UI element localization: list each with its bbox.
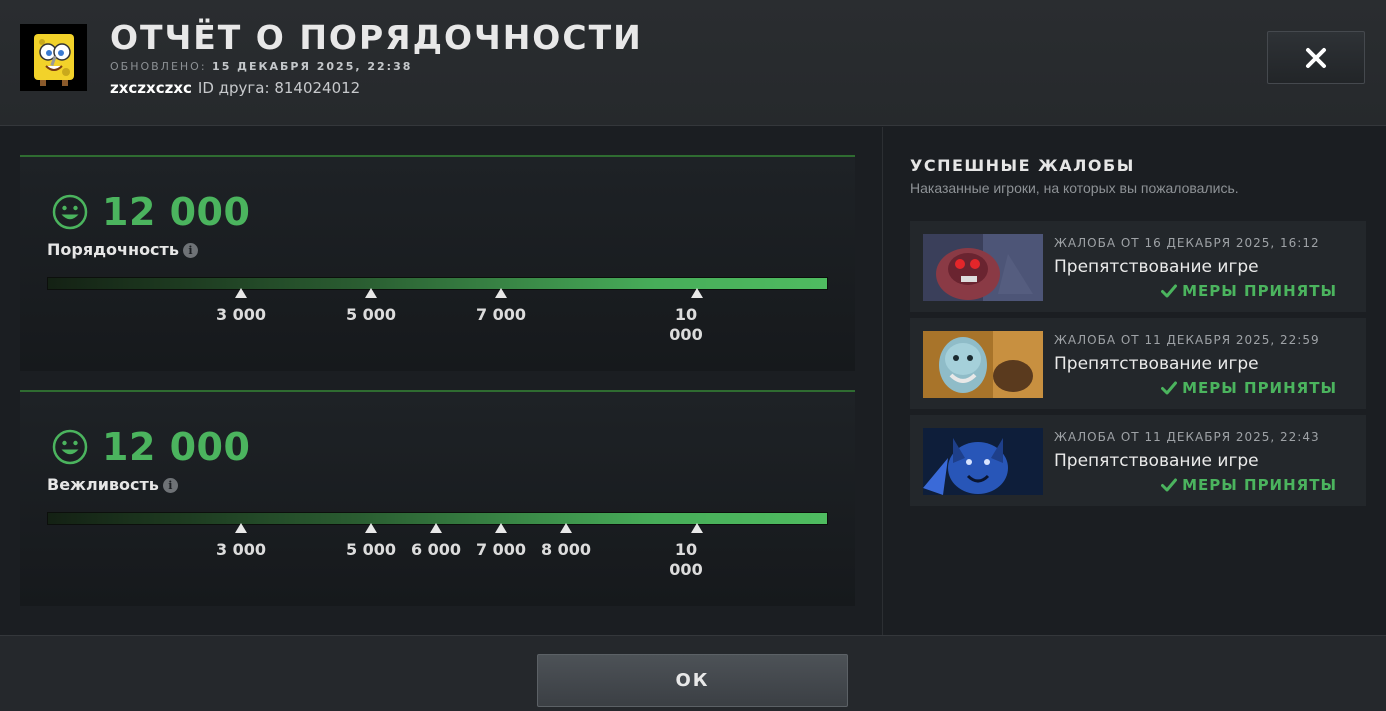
report-status: МЕРЫ ПРИНЯТЫ	[1161, 476, 1337, 494]
reports-subtitle: Наказанные игроки, на которых вы пожалов…	[910, 180, 1239, 196]
tick-marker	[691, 288, 703, 298]
report-reason: Препятствование игре	[1054, 354, 1259, 374]
tick-marker	[235, 523, 247, 533]
info-icon[interactable]: i	[182, 243, 198, 258]
conduct-label-text: Порядочность	[47, 240, 179, 259]
report-card[interactable]: ЖАЛОБА ОТ 11 ДЕКАБРЯ 2025, 22:59 Препятс…	[910, 318, 1366, 409]
tick-label: 7 000	[475, 540, 527, 559]
close-button[interactable]	[1267, 31, 1365, 84]
report-status-text: МЕРЫ ПРИНЯТЫ	[1182, 379, 1337, 397]
username: zxczxczxc	[110, 79, 192, 97]
tick-label: 5 000	[345, 540, 397, 559]
reports-title: УСПЕШНЫЕ ЖАЛОБЫ	[910, 156, 1135, 175]
report-reason: Препятствование игре	[1054, 257, 1259, 277]
smiley-icon	[52, 194, 88, 230]
tick-label: 7 000	[475, 305, 527, 324]
tick-label: 10 000	[669, 305, 703, 344]
smiley-icon	[52, 429, 88, 465]
report-card[interactable]: ЖАЛОБА ОТ 11 ДЕКАБРЯ 2025, 22:43 Препятс…	[910, 415, 1366, 506]
conduct-progress-bar	[47, 277, 828, 290]
report-status: МЕРЫ ПРИНЯТЫ	[1161, 282, 1337, 300]
tick-label: 6 000	[410, 540, 462, 559]
page-title: ОТЧЁТ О ПОРЯДОЧНОСТИ	[110, 18, 643, 57]
report-date: ЖАЛОБА ОТ 16 ДЕКАБРЯ 2025, 16:12	[1054, 236, 1320, 250]
tick-label: 3 000	[215, 305, 267, 324]
friend-id: ID друга: 814024012	[197, 79, 361, 97]
report-status: МЕРЫ ПРИНЯТЫ	[1161, 379, 1337, 397]
report-date: ЖАЛОБА ОТ 11 ДЕКАБРЯ 2025, 22:59	[1054, 333, 1320, 347]
hero-portrait	[923, 331, 1043, 398]
report-status-text: МЕРЫ ПРИНЯТЫ	[1182, 476, 1337, 494]
info-icon[interactable]: i	[162, 478, 178, 493]
politeness-label: Вежливость i	[47, 475, 178, 494]
tick-marker	[430, 523, 442, 533]
user-info: zxczxczxc ID друга: 814024012	[110, 79, 360, 97]
tick-label: 8 000	[540, 540, 592, 559]
check-icon	[1161, 478, 1178, 492]
tick-label: 10 000	[669, 540, 703, 579]
tick-marker	[691, 523, 703, 533]
hero-portrait	[923, 428, 1043, 495]
vertical-divider	[882, 127, 883, 635]
conduct-label: Порядочность i	[47, 240, 198, 259]
conduct-panel: 12 000 Порядочность i 3 000 5 000 7 000 1…	[20, 155, 855, 371]
updated-date: 15 ДЕКАБРЯ 2025, 22:38	[212, 60, 413, 73]
check-icon	[1161, 381, 1178, 395]
footer: ОК	[0, 635, 1386, 711]
avatar-sponge-icon	[33, 33, 74, 86]
politeness-panel: 12 000 Вежливость i 3 000 5 000 6 000 7 0…	[20, 390, 855, 606]
hero-tusk-image	[923, 331, 1043, 398]
hero-bristleback-image	[923, 234, 1043, 301]
close-icon	[1306, 47, 1326, 68]
avatar	[20, 24, 87, 91]
report-header: ОТЧЁТ О ПОРЯДОЧНОСТИ ОБНОВЛЕНО: 15 ДЕКАБ…	[0, 0, 1386, 126]
hero-night-stalker-image	[923, 428, 1043, 495]
ok-button[interactable]: ОК	[537, 654, 848, 707]
politeness-label-text: Вежливость	[47, 475, 159, 494]
politeness-score: 12 000	[102, 425, 251, 469]
report-reason: Препятствование игре	[1054, 451, 1259, 471]
conduct-score: 12 000	[102, 190, 251, 234]
report-date: ЖАЛОБА ОТ 11 ДЕКАБРЯ 2025, 22:43	[1054, 430, 1320, 444]
report-card[interactable]: ЖАЛОБА ОТ 16 ДЕКАБРЯ 2025, 16:12 Препятс…	[910, 221, 1366, 312]
tick-marker	[495, 288, 507, 298]
tick-marker	[235, 288, 247, 298]
updated-timestamp: ОБНОВЛЕНО: 15 ДЕКАБРЯ 2025, 22:38	[110, 60, 412, 73]
check-icon	[1161, 284, 1178, 298]
tick-marker	[365, 288, 377, 298]
updated-label: ОБНОВЛЕНО:	[110, 60, 207, 73]
hero-portrait	[923, 234, 1043, 301]
tick-label: 3 000	[215, 540, 267, 559]
tick-label: 5 000	[345, 305, 397, 324]
tick-marker	[365, 523, 377, 533]
tick-marker	[495, 523, 507, 533]
report-status-text: МЕРЫ ПРИНЯТЫ	[1182, 282, 1337, 300]
tick-marker	[560, 523, 572, 533]
